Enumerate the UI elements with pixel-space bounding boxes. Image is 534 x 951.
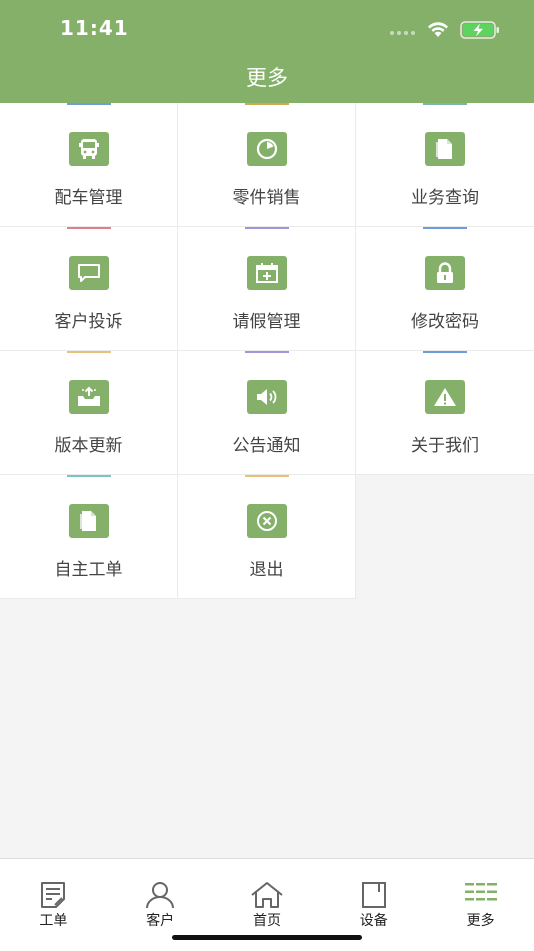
grid-item-announcements[interactable]: 公告通知: [178, 351, 356, 475]
grid-item-label: 客户投诉: [54, 312, 123, 332]
accent-line: [245, 227, 289, 229]
grid-item-version-update[interactable]: 版本更新: [0, 351, 178, 475]
tab-label: 更多: [466, 913, 495, 929]
calendar-add-icon: [247, 256, 287, 290]
tab-label: 首页: [252, 913, 281, 929]
grid-item-about-us[interactable]: 关于我们: [356, 351, 534, 475]
accent-line: [423, 103, 467, 105]
battery-charging-icon: [460, 20, 500, 44]
status-time: 11:41: [60, 16, 129, 40]
accent-line: [423, 351, 467, 353]
top-header: 11:41 更多: [0, 0, 534, 103]
device-book-icon: [360, 881, 388, 913]
accent-line: [423, 227, 467, 229]
grid-item-label: 业务查询: [411, 188, 479, 208]
grid-item-label: 请假管理: [232, 312, 301, 332]
message-icon: [69, 256, 109, 290]
tab-work-order[interactable]: 工单: [0, 859, 107, 951]
work-order-icon: [39, 881, 67, 913]
home-icon: [250, 881, 284, 913]
tab-label: 工单: [39, 913, 68, 929]
grid-item-parts-sales[interactable]: 零件销售: [178, 103, 356, 227]
speaker-icon: [247, 380, 287, 414]
document-icon: [425, 132, 465, 166]
grid-item-label: 公告通知: [232, 436, 301, 456]
tab-label: 客户: [146, 913, 175, 929]
grid-item-label: 版本更新: [54, 436, 123, 456]
feature-grid: 配车管理 零件销售 业务查询 客户投诉 请假管理 修改密码 版本更新 公告通知 …: [0, 103, 534, 599]
accent-line: [67, 103, 111, 105]
close-circle-icon: [247, 504, 287, 538]
upload-tray-icon: [69, 380, 109, 414]
grid-item-business-query[interactable]: 业务查询: [356, 103, 534, 227]
wifi-icon: [426, 20, 450, 42]
grid-item-label: 修改密码: [411, 312, 479, 332]
pie-chart-icon: [247, 132, 287, 166]
accent-line: [245, 475, 289, 477]
accent-line: [245, 103, 289, 105]
grid-item-label: 退出: [249, 560, 284, 580]
grid-item-label: 关于我们: [411, 436, 479, 456]
grid-item-change-password[interactable]: 修改密码: [356, 227, 534, 351]
bus-icon: [69, 132, 109, 166]
grid-item-label: 零件销售: [232, 188, 301, 208]
grid-item-leave-management[interactable]: 请假管理: [178, 227, 356, 351]
tab-label: 设备: [359, 913, 388, 929]
more-list-icon: [464, 881, 498, 907]
accent-line: [67, 351, 111, 353]
accent-line: [67, 227, 111, 229]
accent-line: [245, 351, 289, 353]
grid-item-vehicle-dispatch[interactable]: 配车管理: [0, 103, 178, 227]
grid-item-logout[interactable]: 退出: [178, 475, 356, 599]
grid-item-self-work-order[interactable]: 自主工单: [0, 475, 178, 599]
grid-item-label: 自主工单: [54, 560, 123, 580]
cellular-signal-icon: [390, 31, 415, 35]
person-icon: [145, 881, 175, 913]
home-indicator[interactable]: [172, 935, 362, 940]
status-bar: 11:41: [0, 0, 534, 58]
accent-line: [67, 475, 111, 477]
grid-item-label: 配车管理: [54, 188, 123, 208]
grid-item-customer-complaint[interactable]: 客户投诉: [0, 227, 178, 351]
page-title: 更多: [246, 66, 288, 90]
tab-more[interactable]: 更多: [427, 859, 534, 951]
lock-icon: [425, 256, 465, 290]
document-icon: [69, 504, 109, 538]
warning-icon: [425, 380, 465, 414]
